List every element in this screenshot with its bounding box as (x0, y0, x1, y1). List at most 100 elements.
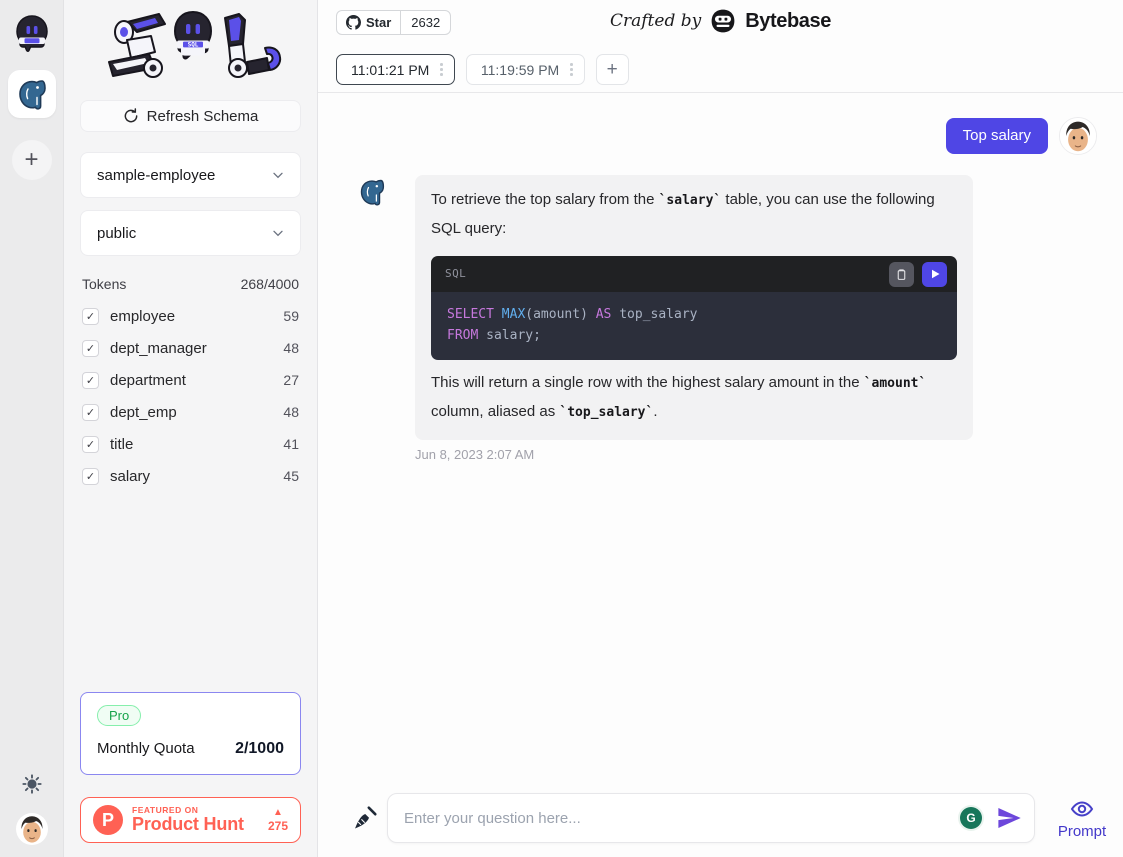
tokens-label: Tokens (82, 276, 126, 292)
table-checkbox[interactable]: ✓ (82, 404, 99, 421)
chat-main: Star 2632 Crafted by Bytebase 11:01:21 P… (318, 0, 1123, 857)
send-icon (996, 805, 1022, 831)
tab-menu-icon[interactable] (438, 60, 445, 79)
tab-menu-icon[interactable] (568, 60, 575, 79)
pro-badge: Pro (97, 705, 141, 726)
table-token-row: ✓ dept_manager 48 (80, 332, 301, 364)
table-checkbox[interactable]: ✓ (82, 372, 99, 389)
table-token-count: 59 (283, 308, 299, 324)
user-profile-avatar[interactable] (16, 813, 48, 845)
play-icon (929, 268, 941, 280)
user-message-bubble: Top salary (946, 118, 1048, 154)
table-name: salary (110, 468, 150, 485)
conversation-tab[interactable]: 11:19:59 PM (466, 54, 585, 85)
sql-code-block: SQL (431, 256, 957, 360)
tokens-header: Tokens 268/4000 (80, 276, 301, 292)
clear-conversation-button[interactable] (352, 805, 378, 831)
star-label: Star (366, 15, 391, 30)
run-query-button[interactable] (922, 262, 947, 287)
table-checkbox[interactable]: ✓ (82, 468, 99, 485)
table-token-count: 48 (283, 404, 299, 420)
grammarly-icon[interactable]: G (960, 807, 982, 829)
product-hunt-logo: P (93, 805, 123, 835)
assistant-outro-text: This will return a single row with the h… (431, 369, 957, 427)
code-line: SELECT MAX(amount) AS top_salary (447, 304, 941, 325)
table-token-count: 27 (283, 372, 299, 388)
product-hunt-upvotes: ▲ 275 (268, 808, 288, 832)
assistant-message-bubble: To retrieve the top salary from the `sal… (415, 175, 973, 440)
new-connection-button[interactable]: + (12, 140, 52, 180)
table-token-count: 45 (283, 468, 299, 484)
logo-letter-l (225, 14, 280, 77)
prompt-button[interactable]: Prompt (1051, 797, 1113, 840)
user-message-row: Top salary (318, 117, 1097, 155)
sun-icon (21, 773, 43, 795)
schema-select-value: public (97, 225, 270, 242)
sql-chat-app: + (0, 0, 1123, 857)
theme-toggle-button[interactable] (21, 773, 43, 795)
code-line: FROM salary; (447, 325, 941, 346)
refresh-schema-button[interactable]: Refresh Schema (80, 100, 301, 132)
postgresql-icon (15, 77, 49, 111)
rail-item-postgres-selected[interactable] (8, 70, 56, 118)
table-token-row: ✓ title 41 (80, 428, 301, 460)
table-token-count: 41 (283, 436, 299, 452)
refresh-icon (123, 108, 139, 124)
table-token-row: ✓ salary 45 (80, 460, 301, 492)
schema-select[interactable]: public (80, 210, 301, 256)
bytebase-logo-icon (710, 8, 736, 34)
copy-code-button[interactable] (889, 262, 914, 287)
message-list: Top salary To retrieve the top salary fr… (318, 93, 1123, 779)
table-name: dept_emp (110, 404, 177, 421)
sql-chat-bot-avatar[interactable] (12, 14, 52, 56)
table-name: dept_manager (110, 340, 207, 357)
product-hunt-badge[interactable]: P FEATURED ON Product Hunt ▲ 275 (80, 797, 301, 843)
clipboard-icon (895, 268, 908, 281)
table-name: department (110, 372, 186, 389)
monthly-quota-label: Monthly Quota (97, 740, 195, 757)
plus-icon: + (24, 146, 38, 174)
table-token-row: ✓ department 27 (80, 364, 301, 396)
chevron-down-icon (270, 167, 286, 183)
upvote-icon: ▲ (268, 808, 288, 818)
inline-code: `salary` (659, 193, 722, 208)
code-token: FROM (447, 328, 478, 343)
monthly-quota-value: 2/1000 (235, 740, 284, 758)
topbar: Star 2632 Crafted by Bytebase (318, 0, 1123, 35)
new-tab-button[interactable]: + (596, 54, 629, 85)
question-input[interactable] (404, 810, 960, 827)
assistant-intro-text: To retrieve the top salary from the `sal… (431, 186, 957, 243)
logo-letter-s (109, 14, 165, 77)
star-count: 2632 (400, 11, 450, 34)
product-hunt-name: Product Hunt (132, 815, 244, 834)
code-token: AS (596, 307, 612, 322)
chevron-down-icon (270, 225, 286, 241)
inline-code: `amount` (864, 376, 927, 391)
inline-code: `top_salary` (559, 405, 653, 420)
broom-icon (352, 805, 378, 831)
conversation-tab[interactable]: 11:01:21 PM (336, 54, 455, 85)
refresh-schema-label: Refresh Schema (147, 108, 259, 125)
conversation-rail: + (0, 0, 64, 857)
table-name: title (110, 436, 133, 453)
table-checkbox[interactable]: ✓ (82, 340, 99, 357)
prompt-label: Prompt (1058, 823, 1106, 840)
composer: G Prompt (318, 779, 1123, 857)
table-checkbox[interactable]: ✓ (82, 436, 99, 453)
github-icon (346, 15, 361, 30)
table-checkbox[interactable]: ✓ (82, 308, 99, 325)
sql-chat-logo: SQL (80, 6, 301, 90)
user-avatar (1059, 117, 1097, 155)
quota-card: Pro Monthly Quota 2/1000 (80, 692, 301, 775)
code-token: (amount) (525, 307, 595, 322)
github-star-button[interactable]: Star 2632 (336, 10, 451, 35)
code-block-body[interactable]: SELECT MAX(amount) AS top_salaryFROM sal… (431, 292, 957, 360)
postgresql-icon (358, 177, 386, 207)
connection-select[interactable]: sample-employee (80, 152, 301, 198)
table-token-count: 48 (283, 340, 299, 356)
code-block-header: SQL (431, 256, 957, 292)
logo-robot-q: SQL (175, 12, 211, 58)
table-name: employee (110, 308, 175, 325)
send-button[interactable] (996, 805, 1022, 831)
crafted-by-text: Crafted by (610, 11, 701, 31)
